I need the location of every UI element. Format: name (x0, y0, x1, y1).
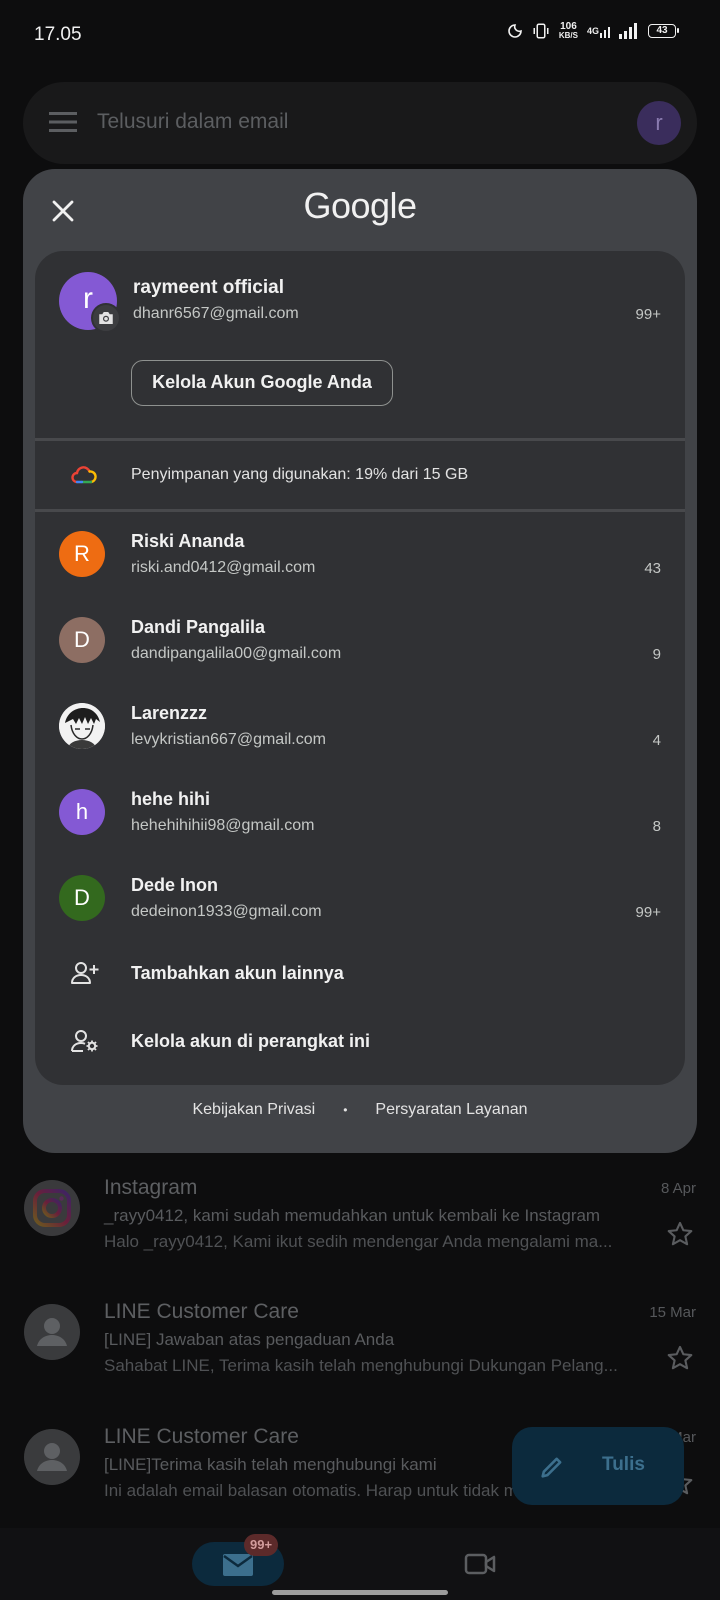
manage-device-accounts-label: Kelola akun di perangkat ini (131, 1031, 371, 1051)
add-account-button[interactable]: Tambahkan akun lainnya (35, 941, 685, 1007)
account-avatar: h (59, 789, 105, 835)
mobile-data-indicator: 4G (587, 24, 610, 38)
change-photo-button[interactable] (91, 303, 121, 333)
star-icon[interactable] (666, 1344, 694, 1372)
account-item-hehe[interactable]: h hehe hihi hehehihihii98@gmail.com 8 (35, 771, 685, 857)
google-logo: Google (303, 185, 417, 226)
home-indicator[interactable] (272, 1590, 448, 1595)
account-unread-count: 99+ (635, 904, 661, 921)
account-avatar: R (59, 531, 105, 577)
account-item-dandi[interactable]: D Dandi Pangalila dandipangalila00@gmail… (35, 599, 685, 685)
network-type-label: 4G (586, 26, 599, 36)
hamburger-menu-icon[interactable] (49, 110, 77, 134)
google-cloud-storage-icon (71, 466, 97, 484)
account-name: hehe hihi (131, 789, 211, 809)
account-unread-count: 4 (652, 732, 661, 749)
account-switcher-dialog: Google r raymeent official dhanr6567@gma… (23, 169, 697, 1153)
battery-icon: 43 (648, 24, 679, 38)
email-date: 15 Mar (649, 1304, 696, 1321)
account-email: hehehihihii98@gmail.com (131, 817, 315, 834)
account-email: levykristian667@gmail.com (131, 731, 326, 748)
default-person-avatar-icon (24, 1304, 80, 1360)
account-email: dedeinon1933@gmail.com (131, 903, 322, 920)
unread-badge: 99+ (244, 1534, 279, 1556)
camera-icon (99, 312, 113, 324)
account-name: Dede Inon (131, 875, 219, 895)
divider (35, 509, 685, 512)
manage-accounts-icon (71, 1030, 98, 1052)
account-email: riski.and0412@gmail.com (131, 559, 316, 576)
anime-profile-photo-avatar (59, 703, 105, 749)
email-row[interactable]: Instagram 8 Apr _rayy0412, kami sudah me… (0, 1176, 720, 1296)
star-icon[interactable] (666, 1220, 694, 1248)
manage-google-account-button[interactable]: Kelola Akun Google Anda (131, 360, 393, 406)
account-unread-count: 43 (644, 560, 661, 577)
signal-small-icon (600, 27, 610, 38)
storage-usage-text: Penyimpanan yang digunakan: 19% dari 15 … (131, 466, 469, 483)
primary-unread-count: 99+ (635, 306, 661, 323)
compose-label: Tulis (602, 1454, 645, 1475)
legal-footer: Kebijakan Privasi • Persyaratan Layanan (23, 1095, 697, 1125)
nav-mail-tab[interactable]: 99+ (192, 1534, 284, 1586)
account-unread-count: 8 (652, 818, 661, 835)
account-email: dandipangalila00@gmail.com (131, 645, 342, 662)
account-item-dede[interactable]: D Dede Inon dedeinon1933@gmail.com 99+ (35, 857, 685, 943)
search-placeholder[interactable]: Telusuri dalam email (97, 110, 288, 134)
status-bar: 17.05 106 KB/S 4G 43 (0, 0, 720, 70)
signal-strength-icon (619, 23, 637, 39)
privacy-policy-link[interactable]: Kebijakan Privasi (192, 1101, 315, 1119)
do-not-disturb-moon-icon (508, 24, 522, 38)
storage-usage-row[interactable]: Penyimpanan yang digunakan: 19% dari 15 … (35, 441, 685, 511)
terms-of-service-link[interactable]: Persyaratan Layanan (375, 1101, 527, 1119)
account-name: Dandi Pangalila (131, 617, 266, 637)
compose-button[interactable]: Tulis (512, 1427, 684, 1505)
footer-separator: • (343, 1103, 348, 1117)
mail-icon (223, 1554, 253, 1576)
email-subject: [LINE]Terima kasih telah menghubungi kam… (104, 1455, 437, 1474)
video-camera-icon[interactable] (464, 1552, 496, 1576)
status-time: 17.05 (34, 24, 82, 45)
email-sender: LINE Customer Care (104, 1425, 299, 1448)
email-snippet: Halo _rayy0412, Kami ikut sedih mendenga… (104, 1232, 613, 1251)
person-add-icon (71, 962, 99, 984)
account-avatar: D (59, 875, 105, 921)
email-date: 8 Apr (660, 1180, 696, 1197)
status-icons: 106 KB/S 4G 43 (507, 21, 679, 41)
vibrate-icon (533, 23, 549, 39)
account-avatar-button[interactable]: r (637, 101, 681, 145)
pencil-icon (541, 1457, 562, 1478)
account-unread-count: 9 (652, 646, 661, 663)
accounts-card: r raymeent official dhanr6567@gmail.com … (35, 251, 685, 1085)
network-speed: 106 KB/S (558, 21, 578, 41)
email-snippet: Sahabat LINE, Terima kasih telah menghub… (104, 1356, 618, 1375)
email-row[interactable]: LINE Customer Care 15 Mar [LINE] Jawaban… (0, 1300, 720, 1420)
account-name: Larenzzz (131, 703, 208, 723)
account-avatar: D (59, 617, 105, 663)
default-person-avatar-icon (24, 1429, 80, 1485)
account-item-larenzzz[interactable]: Larenzzz levykristian667@gmail.com 4 (35, 685, 685, 771)
account-name: Riski Ananda (131, 531, 245, 551)
account-item-riski[interactable]: R Riski Ananda riski.and0412@gmail.com 4… (35, 513, 685, 599)
primary-account-name: raymeent official (133, 277, 284, 298)
email-sender: LINE Customer Care (104, 1300, 299, 1323)
email-sender: Instagram (104, 1176, 198, 1199)
instagram-logo-icon (24, 1180, 80, 1236)
manage-device-accounts-button[interactable]: Kelola akun di perangkat ini (35, 1009, 685, 1075)
email-subject: _rayy0412, kami sudah memudahkan untuk k… (104, 1206, 601, 1225)
search-bar[interactable]: Telusuri dalam email r (23, 82, 697, 164)
primary-account-email: dhanr6567@gmail.com (133, 305, 299, 322)
email-subject: [LINE] Jawaban atas pengaduan Anda (104, 1330, 395, 1349)
primary-account: r raymeent official dhanr6567@gmail.com … (35, 251, 685, 439)
add-account-label: Tambahkan akun lainnya (131, 963, 344, 983)
